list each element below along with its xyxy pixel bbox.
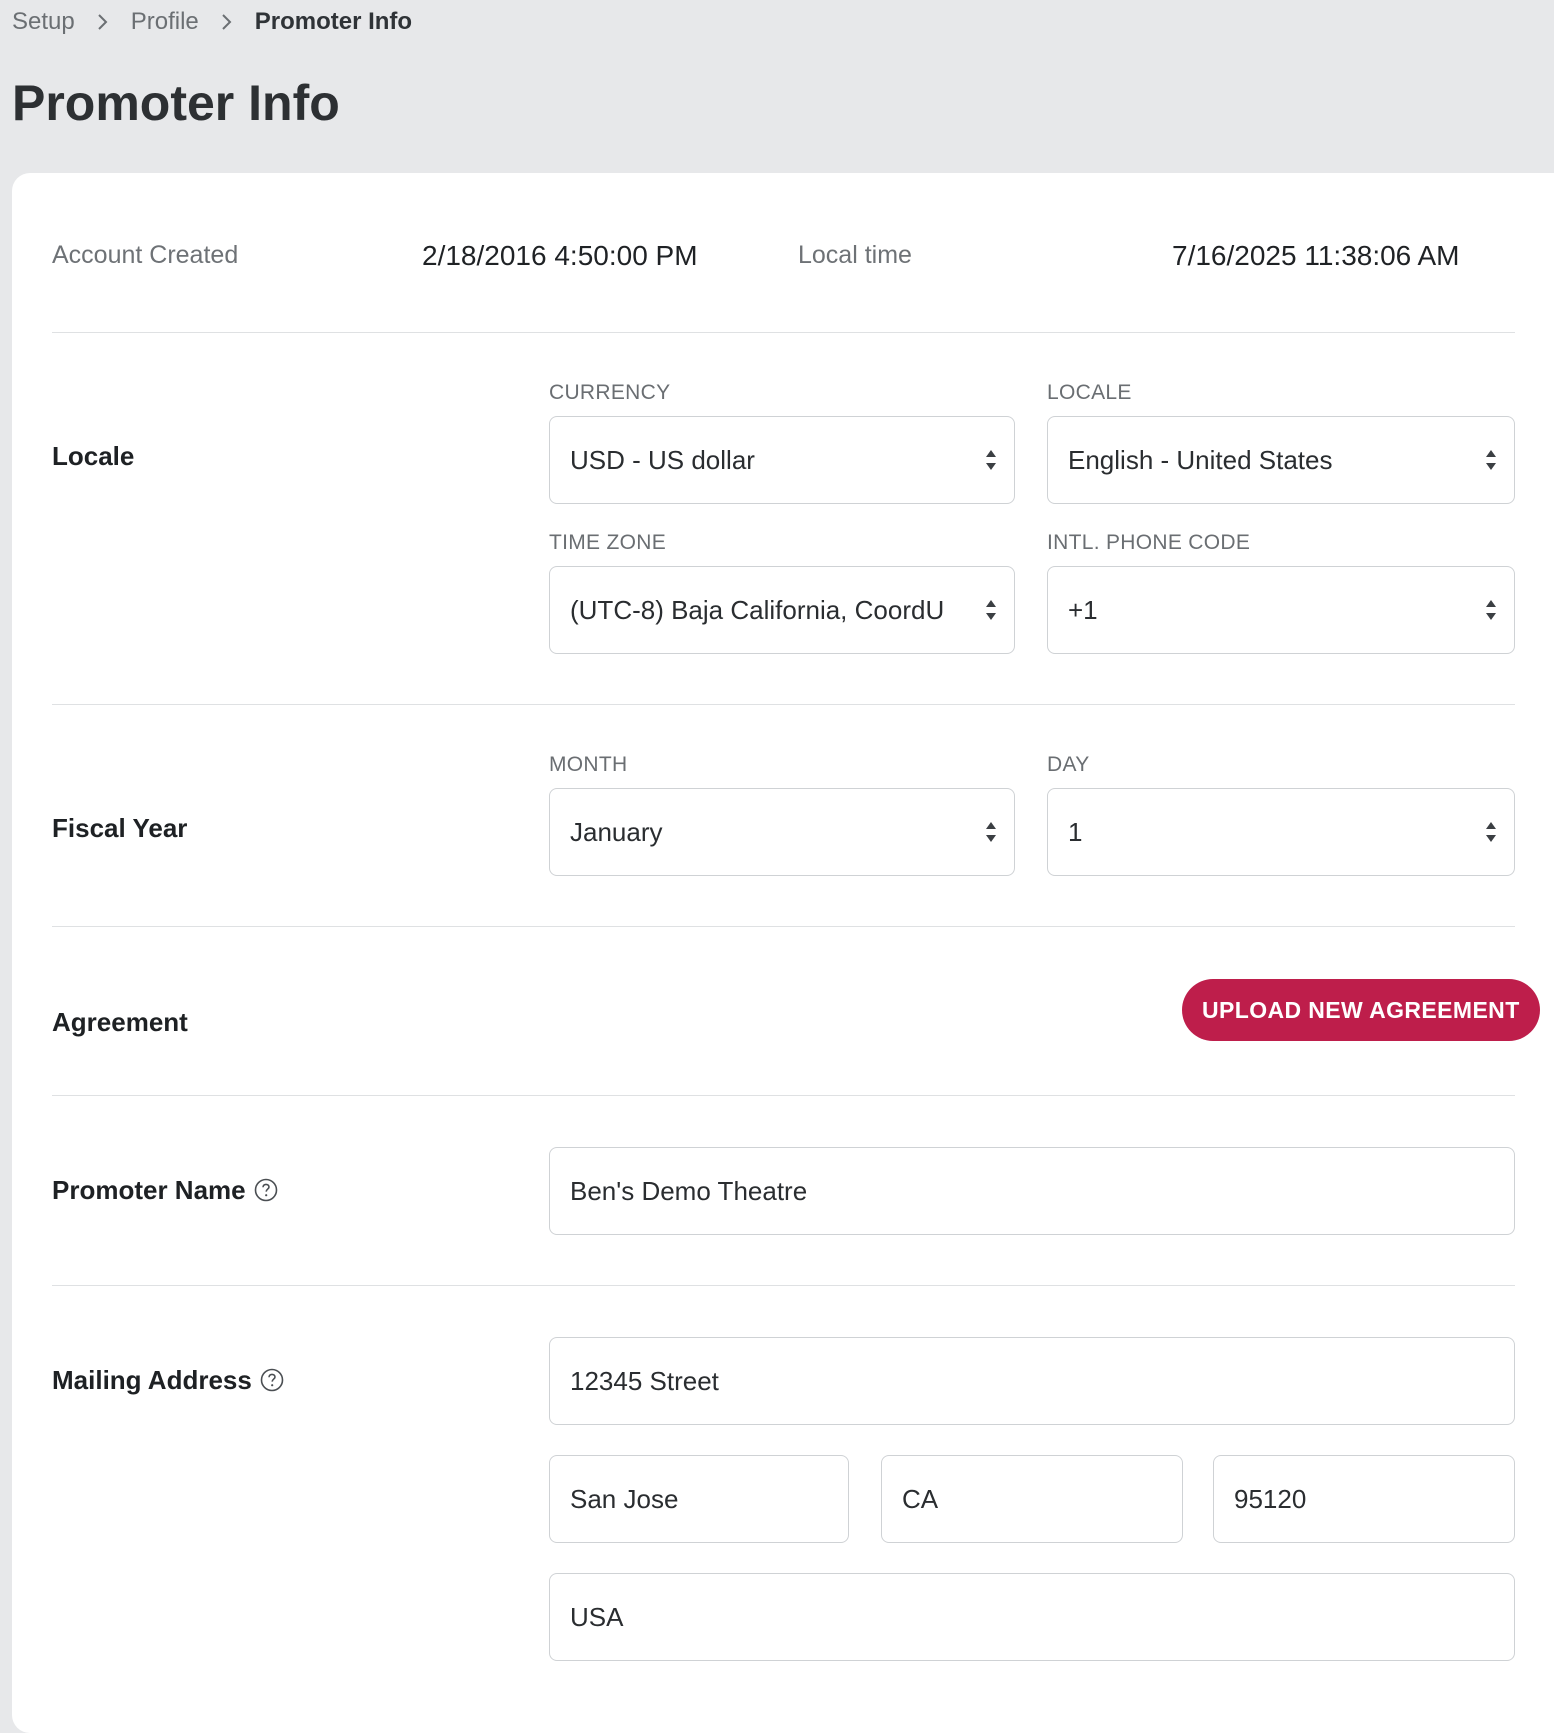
locale-value: English - United States xyxy=(1068,444,1333,475)
breadcrumb-setup[interactable]: Setup xyxy=(12,6,75,38)
divider xyxy=(52,926,1515,927)
zip-value: 95120 xyxy=(1234,1483,1307,1514)
divider xyxy=(52,332,1515,333)
sort-arrows-icon xyxy=(1486,600,1496,620)
currency-select[interactable]: USD - US dollar xyxy=(549,416,1015,504)
divider xyxy=(52,1095,1515,1096)
time-zone-select[interactable]: (UTC-8) Baja California, CoordUTC- xyxy=(549,566,1015,654)
sort-arrows-icon xyxy=(986,600,996,620)
breadcrumb: Setup Profile Promoter Info xyxy=(12,6,412,38)
city-input[interactable]: San Jose xyxy=(549,1455,849,1543)
country-value: USA xyxy=(570,1601,624,1632)
sort-arrows-icon xyxy=(986,450,996,470)
day-select[interactable]: 1 xyxy=(1047,788,1515,876)
currency-label: CURRENCY xyxy=(549,381,671,404)
promoter-name-label: Promoter Name xyxy=(52,1173,278,1207)
promoter-info-card: Account Created 2/18/2016 4:50:00 PM Loc… xyxy=(12,173,1554,1733)
state-value: CA xyxy=(902,1483,939,1514)
country-input[interactable]: USA xyxy=(549,1573,1515,1661)
question-circle-icon[interactable] xyxy=(260,1368,284,1392)
zip-input[interactable]: 95120 xyxy=(1213,1455,1515,1543)
breadcrumb-current: Promoter Info xyxy=(254,8,413,35)
month-value: January xyxy=(570,816,663,847)
day-value: 1 xyxy=(1068,816,1083,847)
chevron-right-icon xyxy=(221,13,233,31)
sort-arrows-icon xyxy=(1486,822,1496,842)
chevron-right-icon xyxy=(97,13,109,31)
question-circle-icon[interactable] xyxy=(254,1178,278,1202)
time-zone-label: TIME ZONE xyxy=(549,531,667,554)
time-zone-value: (UTC-8) Baja California, CoordUTC- xyxy=(570,594,944,625)
phone-code-select[interactable]: +1 xyxy=(1047,566,1515,654)
sort-arrows-icon xyxy=(1486,450,1496,470)
promoter-name-label-text: Promoter Name xyxy=(52,1175,246,1205)
locale-label: LOCALE xyxy=(1047,381,1132,404)
local-time-label: Local time xyxy=(798,241,912,269)
currency-value: USD - US dollar xyxy=(570,444,755,475)
month-select[interactable]: January xyxy=(549,788,1015,876)
mailing-address-label-text: Mailing Address xyxy=(52,1365,252,1395)
promoter-name-value: Ben's Demo Theatre xyxy=(570,1175,808,1206)
divider xyxy=(52,1285,1515,1286)
street-input[interactable]: 12345 Street xyxy=(549,1337,1515,1425)
street-value: 12345 Street xyxy=(570,1365,719,1396)
month-label: MONTH xyxy=(549,753,628,776)
state-input[interactable]: CA xyxy=(881,1455,1183,1543)
sort-arrows-icon xyxy=(986,822,996,842)
mailing-address-label: Mailing Address xyxy=(52,1363,284,1397)
upload-new-agreement-button[interactable]: UPLOAD NEW AGREEMENT xyxy=(1182,979,1540,1041)
breadcrumb-profile[interactable]: Profile xyxy=(131,6,199,38)
locale-section-label: Locale xyxy=(52,441,135,471)
page-title: Promoter Info xyxy=(12,75,340,131)
day-label: DAY xyxy=(1047,753,1090,776)
locale-select[interactable]: English - United States xyxy=(1047,416,1515,504)
account-created-value: 2/18/2016 4:50:00 PM xyxy=(422,240,698,271)
agreement-section-label: Agreement xyxy=(52,1007,188,1037)
phone-code-label: INTL. PHONE CODE xyxy=(1047,531,1251,554)
phone-code-value: +1 xyxy=(1068,594,1098,625)
promoter-name-input[interactable]: Ben's Demo Theatre xyxy=(549,1147,1515,1235)
fiscal-year-section-label: Fiscal Year xyxy=(52,813,188,843)
divider xyxy=(52,704,1515,705)
account-created-label: Account Created xyxy=(52,241,239,269)
city-value: San Jose xyxy=(570,1483,679,1514)
local-time-value: 7/16/2025 11:38:06 AM xyxy=(1172,240,1460,271)
